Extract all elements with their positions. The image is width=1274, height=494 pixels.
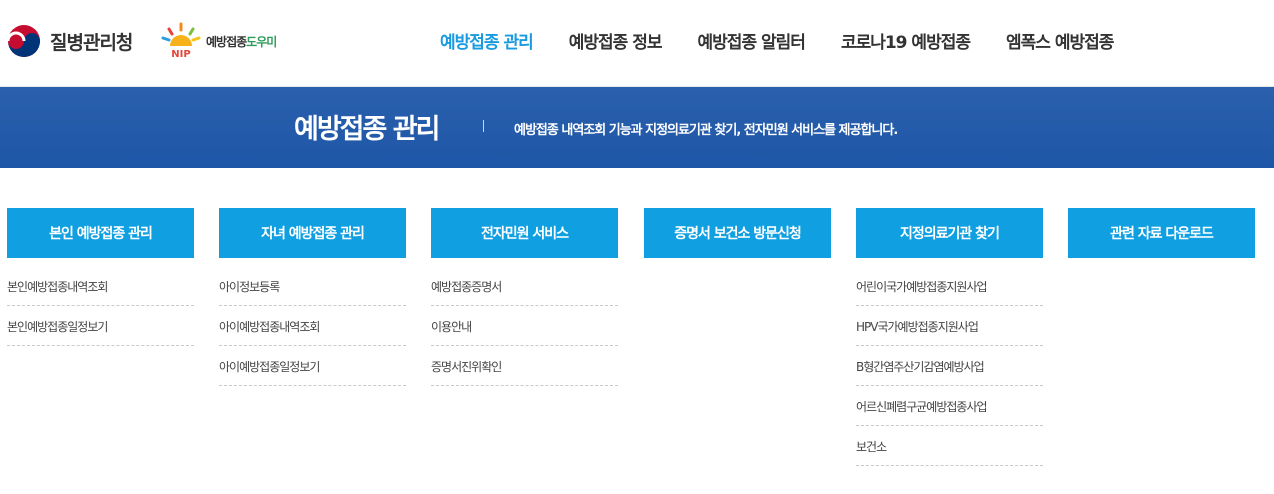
menu-link[interactable]: 아이예방접종일정보기 (219, 346, 406, 386)
nip-sun-logo-icon: NIP (161, 22, 201, 60)
org-name: 질병관리청 (50, 31, 133, 54)
menu-column-child: 자녀 예방접종 관리 아이정보등록 아이예방접종내역조회 아이예방접종일정보기 (219, 208, 406, 386)
menu-link[interactable]: 어린이국가예방접종지원사업 (856, 266, 1043, 306)
nav-vaccination-info[interactable]: 예방접종 정보 (569, 28, 663, 53)
nav-vaccination-management[interactable]: 예방접종 관리 (440, 28, 534, 53)
menu-link[interactable]: 예방접종증명서 (431, 266, 618, 306)
menu-list: 어린이국가예방접종지원사업 HPV국가예방접종지원사업 B형간염주산기감염예방사… (856, 266, 1043, 466)
menu-column-self: 본인 예방접종 관리 본인예방접종내역조회 본인예방접종일정보기 (7, 208, 194, 346)
site-header: 질병관리청 NIP 예방접종도우미 예방접종 관리 예방접종 정보 예방접종 알… (0, 0, 1274, 87)
menu-link[interactable]: 증명서진위확인 (431, 346, 618, 386)
menu-list: 예방접종증명서 이용안내 증명서진위확인 (431, 266, 618, 386)
menu-link[interactable]: 이용안내 (431, 306, 618, 346)
main-nav: 예방접종 관리 예방접종 정보 예방접종 알림터 코로나19 예방접종 엠폭스 … (440, 28, 1149, 53)
nip-title-a: 예방접종 (206, 34, 247, 49)
menu-list: 아이정보등록 아이예방접종내역조회 아이예방접종일정보기 (219, 266, 406, 386)
menu-link[interactable]: HPV국가예방접종지원사업 (856, 306, 1043, 346)
certificate-visit-button[interactable]: 증명서 보건소 방문신청 (644, 208, 831, 258)
page-title: 예방접종 관리 (294, 114, 440, 145)
nip-logo[interactable]: NIP 예방접종도우미 (160, 22, 277, 60)
e-civil-service-button[interactable]: 전자민원 서비스 (431, 208, 618, 258)
nip-logo-letters: NIP (171, 49, 190, 60)
page-description: 예방접종 내역조회 기능과 지정의료기관 찾기, 전자민원 서비스를 제공합니다… (514, 123, 898, 138)
nav-covid19-vaccination[interactable]: 코로나19 예방접종 (841, 28, 971, 53)
menu-column-certificate-visit: 증명서 보건소 방문신청 (644, 208, 831, 258)
download-resources-button[interactable]: 관련 자료 다운로드 (1068, 208, 1255, 258)
menu-link[interactable]: 아이정보등록 (219, 266, 406, 306)
nip-title-b: 도우미 (246, 34, 277, 49)
menu-list: 본인예방접종내역조회 본인예방접종일정보기 (7, 266, 194, 346)
nav-mpox-vaccination[interactable]: 엠폭스 예방접종 (1006, 28, 1114, 53)
nip-title: 예방접종도우미 (206, 33, 277, 50)
menu-link[interactable]: 아이예방접종내역조회 (219, 306, 406, 346)
menu-column-downloads: 관련 자료 다운로드 (1068, 208, 1255, 258)
menu-link[interactable]: 보건소 (856, 426, 1043, 466)
menu-link[interactable]: 본인예방접종일정보기 (7, 306, 194, 346)
child-vaccination-button[interactable]: 자녀 예방접종 관리 (219, 208, 406, 258)
nav-vaccination-notice[interactable]: 예방접종 알림터 (698, 28, 806, 53)
page-banner: 예방접종 관리 예방접종 내역조회 기능과 지정의료기관 찾기, 전자민원 서비… (0, 87, 1274, 168)
menu-link[interactable]: 본인예방접종내역조회 (7, 266, 194, 306)
banner-divider (483, 120, 484, 132)
menu-column-e-civil: 전자민원 서비스 예방접종증명서 이용안내 증명서진위확인 (431, 208, 618, 386)
find-designated-clinic-button[interactable]: 지정의료기관 찾기 (856, 208, 1043, 258)
self-vaccination-button[interactable]: 본인 예방접종 관리 (7, 208, 194, 258)
menu-link[interactable]: B형간염주산기감염예방사업 (856, 346, 1043, 386)
menu-column-designated-clinic: 지정의료기관 찾기 어린이국가예방접종지원사업 HPV국가예방접종지원사업 B형… (856, 208, 1043, 466)
menu-link[interactable]: 어르신폐렴구균예방접종사업 (856, 386, 1043, 426)
kdca-logo[interactable]: 질병관리청 (7, 24, 133, 58)
taegeuk-emblem-icon (7, 25, 40, 57)
